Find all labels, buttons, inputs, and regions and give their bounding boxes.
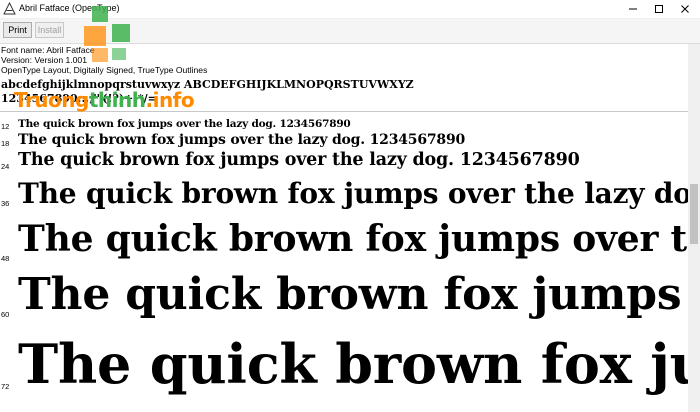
minimize-button[interactable] bbox=[620, 0, 646, 18]
size-label-24: 24 bbox=[1, 162, 10, 171]
size-label-18: 18 bbox=[1, 139, 10, 148]
close-button[interactable] bbox=[672, 0, 698, 18]
vertical-scrollbar[interactable] bbox=[688, 44, 700, 412]
maximize-icon bbox=[655, 5, 663, 13]
charset-uppercase: ABCDEFGHIJKLMNOPQRSTUVWXYZ bbox=[183, 78, 414, 91]
size-label-48: 48 bbox=[1, 254, 10, 263]
watermark-part3: .info bbox=[145, 88, 195, 112]
size-label-72: 72 bbox=[1, 382, 10, 391]
maximize-button[interactable] bbox=[646, 0, 672, 18]
scrollbar-thumb[interactable] bbox=[690, 184, 698, 244]
sample-12: The quick brown fox jumps over the lazy … bbox=[18, 118, 351, 130]
size-label-12: 12 bbox=[1, 122, 10, 131]
sample-60: The quick brown fox jumps over the lazy … bbox=[18, 269, 688, 320]
close-icon bbox=[681, 5, 689, 13]
watermark-part1: Truong bbox=[14, 88, 89, 112]
watermark-part2: thinh bbox=[88, 88, 146, 112]
minimize-icon bbox=[629, 8, 637, 10]
sample-48: The quick brown fox jumps over the lazy … bbox=[18, 218, 688, 260]
size-label-36: 36 bbox=[1, 199, 10, 208]
sample-72: The quick brown fox jumps over the lazy … bbox=[18, 332, 688, 396]
size-label-60: 60 bbox=[1, 310, 10, 319]
sample-24: The quick brown fox jumps over the lazy … bbox=[18, 150, 580, 170]
watermark-logo-icon bbox=[84, 6, 130, 62]
watermark-text: Truongthinh.info bbox=[14, 88, 195, 112]
sample-36: The quick brown fox jumps over the lazy … bbox=[18, 177, 688, 210]
sample-18: The quick brown fox jumps over the lazy … bbox=[18, 132, 466, 148]
